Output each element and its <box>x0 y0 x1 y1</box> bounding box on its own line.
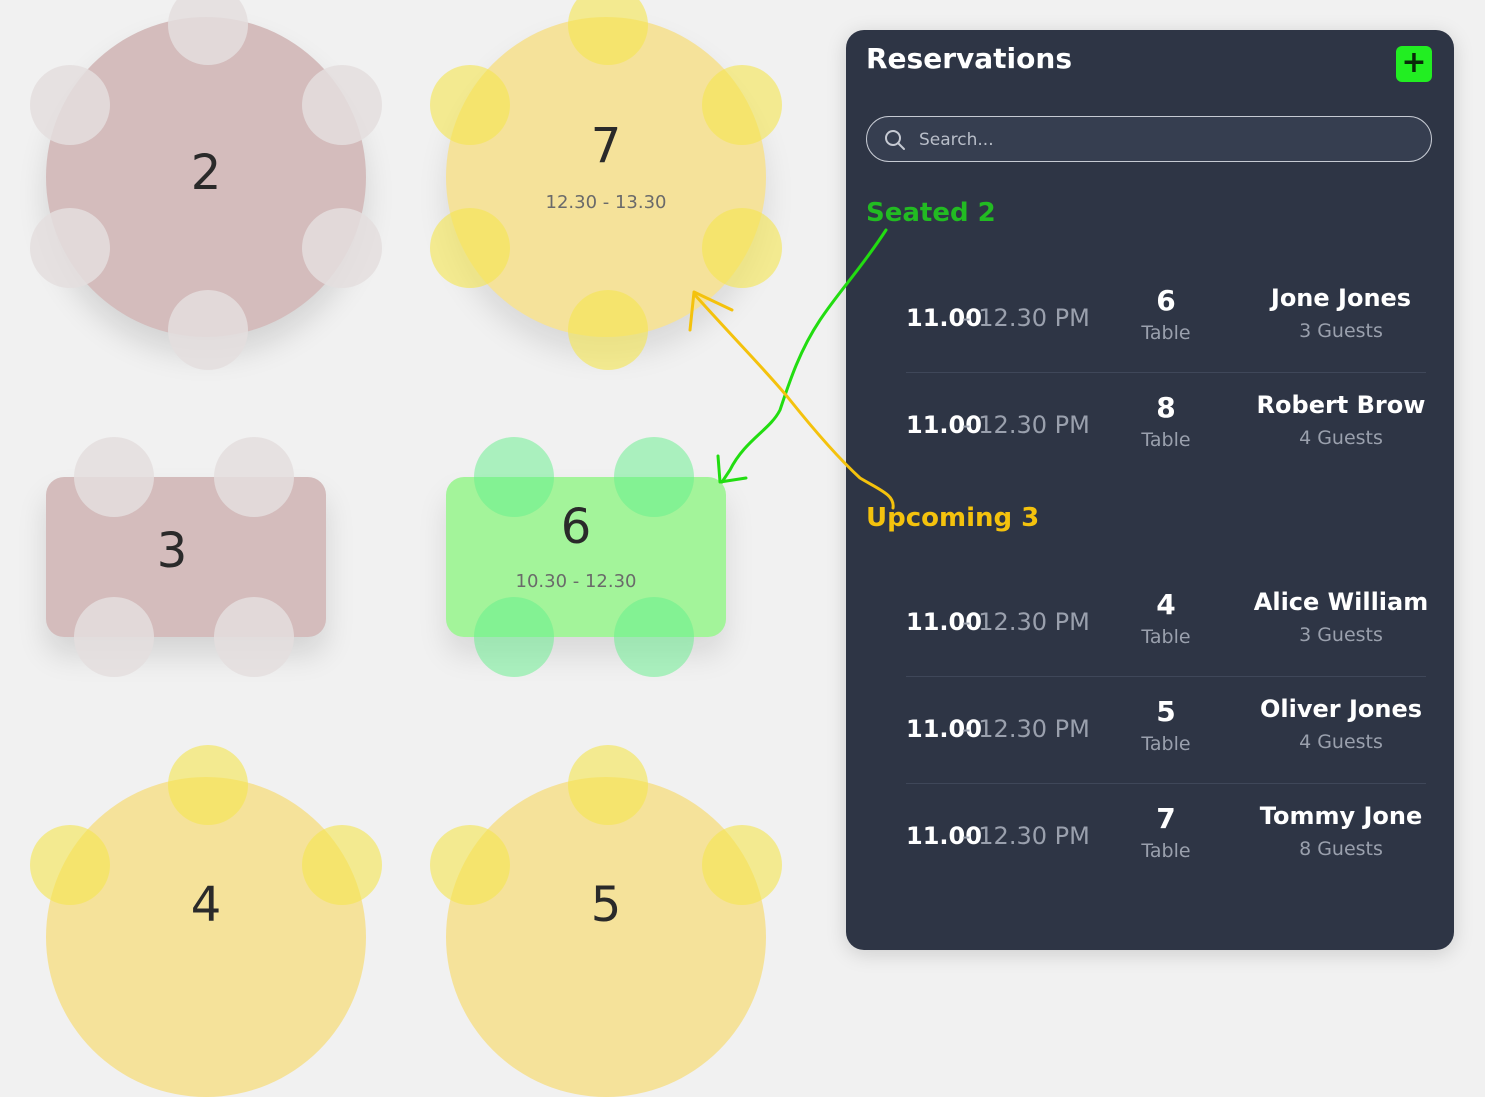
panel-title: Reservations <box>866 42 1072 75</box>
table-label: Table <box>1141 840 1191 862</box>
table-6[interactable]: 6 10.30 - 12.30 <box>446 437 726 677</box>
chair <box>30 208 110 288</box>
search-icon <box>885 130 905 150</box>
chair <box>568 745 648 825</box>
chair <box>168 745 248 825</box>
table-number: 8 <box>1156 391 1176 424</box>
table-time: 10.30 - 12.30 <box>515 571 637 592</box>
guest-count: 4 Guests <box>1299 731 1383 753</box>
chair <box>702 208 782 288</box>
seated-heading: Seated 2 <box>866 198 996 228</box>
guest-name: Tommy Jone <box>1259 802 1423 830</box>
table-number: 5 <box>590 877 622 933</box>
guest-count: 3 Guests <box>1299 320 1383 342</box>
table-4[interactable]: 4 <box>30 745 382 1097</box>
upcoming-heading: Upcoming 3 <box>866 503 1040 533</box>
plus-icon: + <box>1401 45 1427 80</box>
table-top <box>446 17 766 337</box>
guest-name: Oliver Jones <box>1259 695 1423 723</box>
table-label: Table <box>1141 733 1191 755</box>
guest-count: 4 Guests <box>1299 427 1383 449</box>
table-top <box>46 777 366 1097</box>
end-time: - 12.30 PM <box>962 822 1090 850</box>
chair <box>568 290 648 370</box>
chair <box>302 208 382 288</box>
floor-plan: 2 7 12.30 - 13.30 3 6 10.30 - 12.30 4 5 <box>0 0 846 1097</box>
reservation-row[interactable]: 11.00 - 12.30 PM 4 Table Alice William 3… <box>906 570 1428 677</box>
end-time: - 12.30 PM <box>962 411 1090 439</box>
table-number: 6 <box>560 499 592 555</box>
table-2[interactable]: 2 <box>30 0 382 370</box>
reservation-row[interactable]: 11.00 - 12.30 PM 6 Table Jone Jones 3 Gu… <box>906 266 1426 373</box>
table-label: Table <box>1141 322 1191 344</box>
table-number: 3 <box>156 523 188 579</box>
table-time: 12.30 - 13.30 <box>545 192 667 213</box>
reservation-row[interactable]: 11.00 - 12.30 PM 5 Table Oliver Jones 4 … <box>906 677 1426 784</box>
guest-name: Alice William <box>1253 588 1429 616</box>
chair <box>214 437 294 517</box>
chair <box>168 290 248 370</box>
end-time: - 12.30 PM <box>962 715 1090 743</box>
search-input[interactable] <box>917 117 1421 163</box>
table-number: 4 <box>1156 588 1176 621</box>
end-time: - 12.30 PM <box>962 608 1090 636</box>
table-number: 6 <box>1156 284 1176 317</box>
chair <box>30 65 110 145</box>
guest-name: Robert Brow <box>1256 391 1426 419</box>
chair <box>614 597 694 677</box>
chair <box>430 208 510 288</box>
table-number: 4 <box>190 877 222 933</box>
table-3[interactable]: 3 <box>46 437 326 677</box>
chair <box>74 597 154 677</box>
guest-count: 8 Guests <box>1299 838 1383 860</box>
table-label: Table <box>1141 626 1191 648</box>
table-5[interactable]: 5 <box>430 745 782 1097</box>
guest-name: Jone Jones <box>1270 284 1412 312</box>
table-label: Table <box>1141 429 1191 451</box>
guest-count: 3 Guests <box>1299 624 1383 646</box>
table-7[interactable]: 7 12.30 - 13.30 <box>430 0 782 370</box>
table-number: 5 <box>1156 695 1176 728</box>
reservations-panel: Reservations + Seated 2 11.00 - 12.30 PM… <box>846 30 1454 950</box>
chair <box>474 597 554 677</box>
table-number: 2 <box>190 145 222 201</box>
chair <box>214 597 294 677</box>
reservation-row[interactable]: 11.00 - 12.30 PM 8 Table Robert Brow 4 G… <box>906 373 1426 479</box>
table-top <box>446 777 766 1097</box>
chair <box>302 65 382 145</box>
table-number: 7 <box>1156 802 1176 835</box>
chair <box>74 437 154 517</box>
add-reservation-button[interactable]: + <box>1396 46 1432 82</box>
reservation-row[interactable]: 11.00 - 12.30 PM 7 Table Tommy Jone 8 Gu… <box>906 784 1426 890</box>
search-box[interactable] <box>866 116 1432 163</box>
end-time: - 12.30 PM <box>962 304 1090 332</box>
table-number: 7 <box>590 118 622 174</box>
